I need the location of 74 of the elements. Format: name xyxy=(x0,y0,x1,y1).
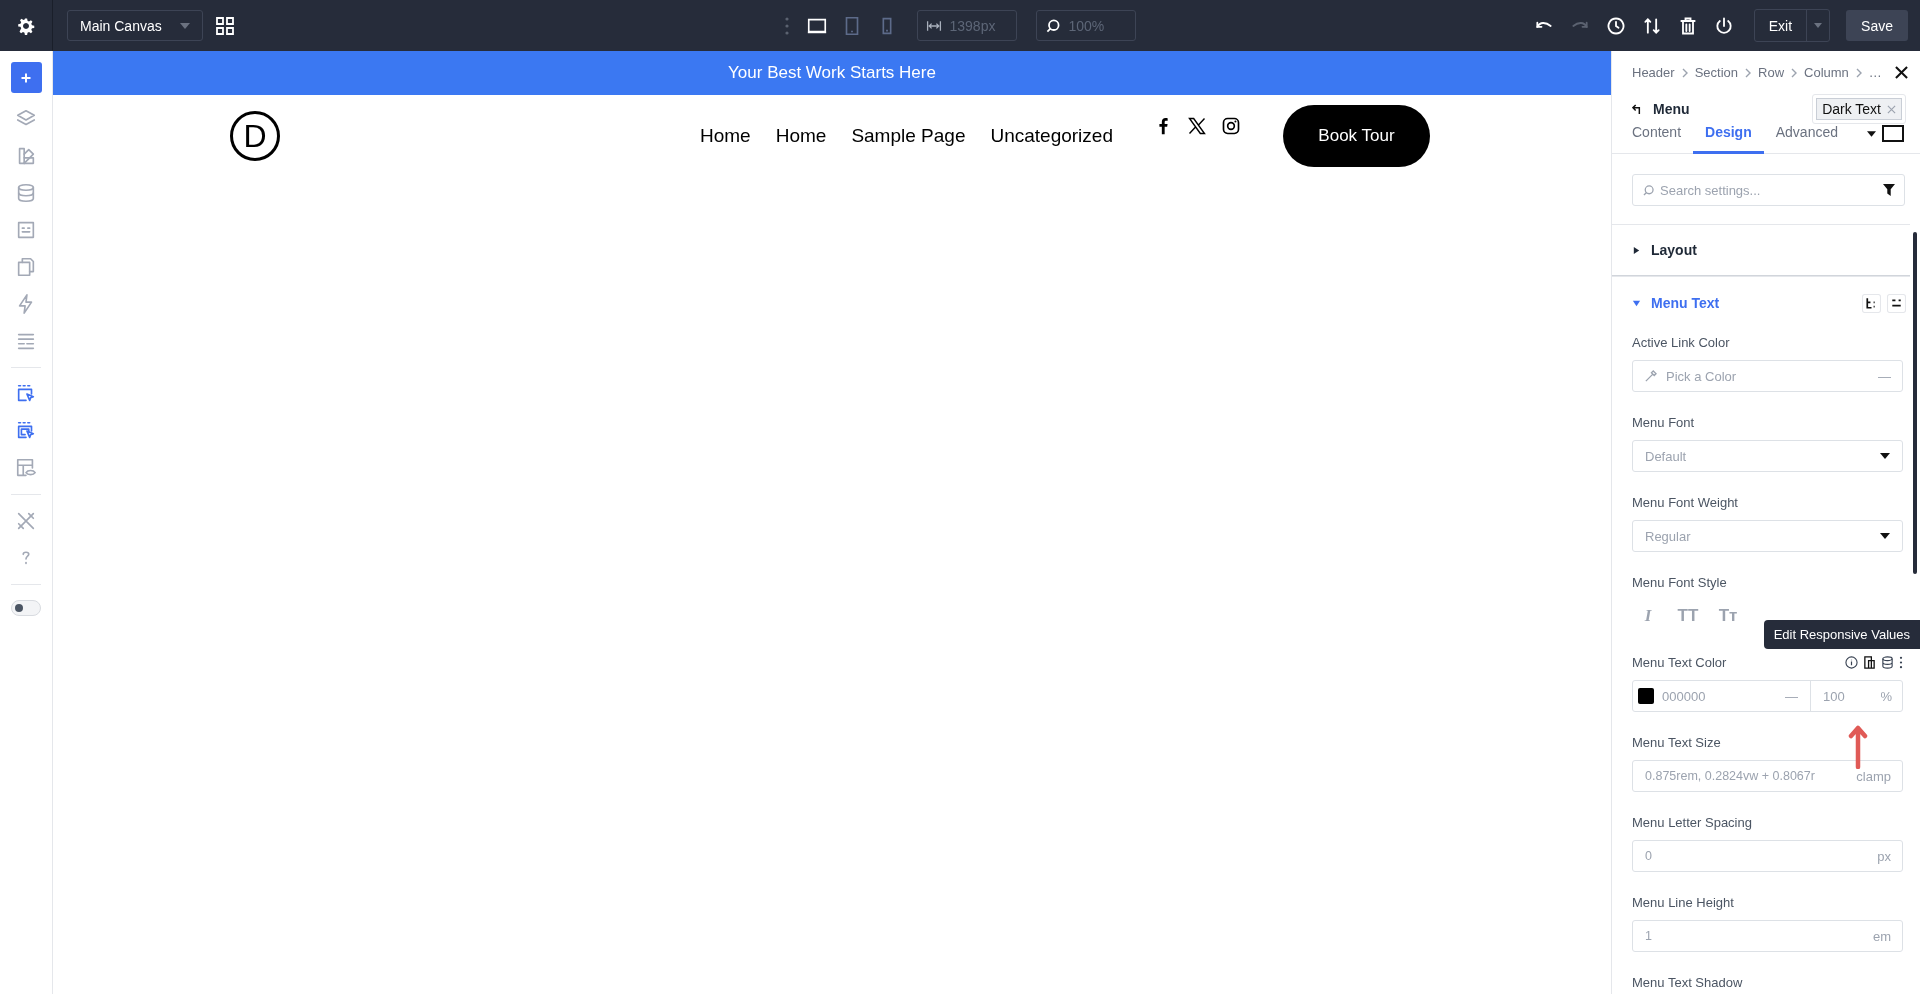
unit-label: em xyxy=(1872,929,1891,944)
banner-text: Your Best Work Starts Here xyxy=(728,63,936,83)
instagram-icon[interactable] xyxy=(1221,116,1241,136)
grid-icon[interactable] xyxy=(215,15,235,36)
breadcrumb-link[interactable]: Column xyxy=(1804,65,1849,80)
select-field[interactable]: Default xyxy=(1632,440,1903,472)
caret-icon[interactable] xyxy=(1880,533,1890,539)
list-icon[interactable] xyxy=(1887,293,1906,313)
preset-field[interactable]: Dark Text xyxy=(1812,94,1906,124)
breadcrumb-link[interactable]: Section xyxy=(1694,65,1738,80)
breadcrumb-link[interactable]: Header xyxy=(1632,65,1675,80)
section-title[interactable]: Menu Text xyxy=(1651,295,1720,311)
power-icon[interactable] xyxy=(1713,15,1734,36)
annotation-arrow xyxy=(1848,723,1868,769)
field-label: Menu Letter Spacing xyxy=(1632,814,1752,830)
breadcrumb-link[interactable]: Row xyxy=(1758,65,1785,80)
opacity-field[interactable]: 100 % xyxy=(1811,688,1902,704)
back-icon[interactable] xyxy=(1632,103,1643,115)
x-icon[interactable] xyxy=(1187,116,1207,136)
chevron-icon xyxy=(1745,67,1751,78)
panel-tab[interactable]: Advanced xyxy=(1763,124,1850,154)
nav-link[interactable]: Uncategorized xyxy=(990,125,1113,147)
caret-icon[interactable] xyxy=(1880,453,1890,459)
close-icon[interactable] xyxy=(1895,66,1908,79)
field-label: Menu Text Shadow xyxy=(1632,974,1743,990)
save-button[interactable]: Save xyxy=(1846,10,1908,41)
logo[interactable]: D xyxy=(230,111,280,161)
devices-icon[interactable] xyxy=(1863,655,1876,669)
book-tour-button[interactable]: Book Tour xyxy=(1283,105,1430,167)
field-label: Active Link Color xyxy=(1632,334,1730,350)
field-label: Menu Font Weight xyxy=(1632,494,1738,510)
search-icon xyxy=(1642,184,1655,197)
width-field[interactable]: 1398px xyxy=(916,10,1017,41)
nav-link[interactable]: Sample Page xyxy=(851,125,966,147)
chevron-icon xyxy=(1681,67,1688,78)
clear-dash[interactable]: — xyxy=(1785,688,1798,704)
info-icon[interactable] xyxy=(1845,655,1858,669)
clear-dash[interactable]: — xyxy=(1878,369,1891,384)
toggle-switch[interactable] xyxy=(11,600,41,616)
unit-label: px xyxy=(1877,849,1891,864)
select-field[interactable]: Regular xyxy=(1632,520,1903,552)
square-icon[interactable] xyxy=(1882,125,1904,143)
chevron-icon xyxy=(1855,67,1862,78)
settings-icon[interactable] xyxy=(17,16,35,35)
field-label: Menu Font Style xyxy=(1632,574,1727,590)
color-swatch[interactable] xyxy=(1638,688,1654,704)
section-title[interactable]: Layout xyxy=(1651,242,1697,258)
unit-label: clamp xyxy=(1856,769,1891,784)
zoom-field[interactable]: 100% xyxy=(1035,10,1136,41)
database-icon[interactable] xyxy=(1881,655,1894,669)
more-icon[interactable] xyxy=(1899,655,1903,669)
chevron-icon xyxy=(1791,67,1798,78)
panel-tab[interactable]: Content xyxy=(1620,124,1694,154)
canvas-dropdown[interactable]: Main Canvas xyxy=(67,10,203,41)
nav-link[interactable]: Home xyxy=(775,125,827,147)
caret-icon[interactable] xyxy=(1867,131,1876,137)
add-button[interactable] xyxy=(10,62,42,93)
nav-link[interactable]: Home xyxy=(700,125,751,147)
field-label: Menu Line Height xyxy=(1632,894,1734,910)
caret-icon[interactable] xyxy=(1632,245,1641,255)
width-icon xyxy=(925,18,942,34)
field-label: Menu Text Size xyxy=(1632,734,1721,750)
field-label: Menu Text Color xyxy=(1632,654,1727,670)
panel-tab[interactable]: Design xyxy=(1693,124,1764,154)
breadcrumb-more[interactable]: … xyxy=(1868,65,1882,80)
color-field[interactable]: 000000 — xyxy=(1633,681,1811,711)
tooltip: Edit Responsive Values xyxy=(1763,620,1920,649)
field-label: Menu Font xyxy=(1632,414,1695,430)
search-field[interactable]: Search settings... xyxy=(1632,174,1905,206)
search-icon xyxy=(1044,18,1061,34)
history-icon[interactable] xyxy=(1605,15,1626,36)
text-format-icon[interactable] xyxy=(1862,293,1881,313)
filter-icon[interactable] xyxy=(1883,184,1895,196)
module-title: Menu xyxy=(1653,101,1690,117)
